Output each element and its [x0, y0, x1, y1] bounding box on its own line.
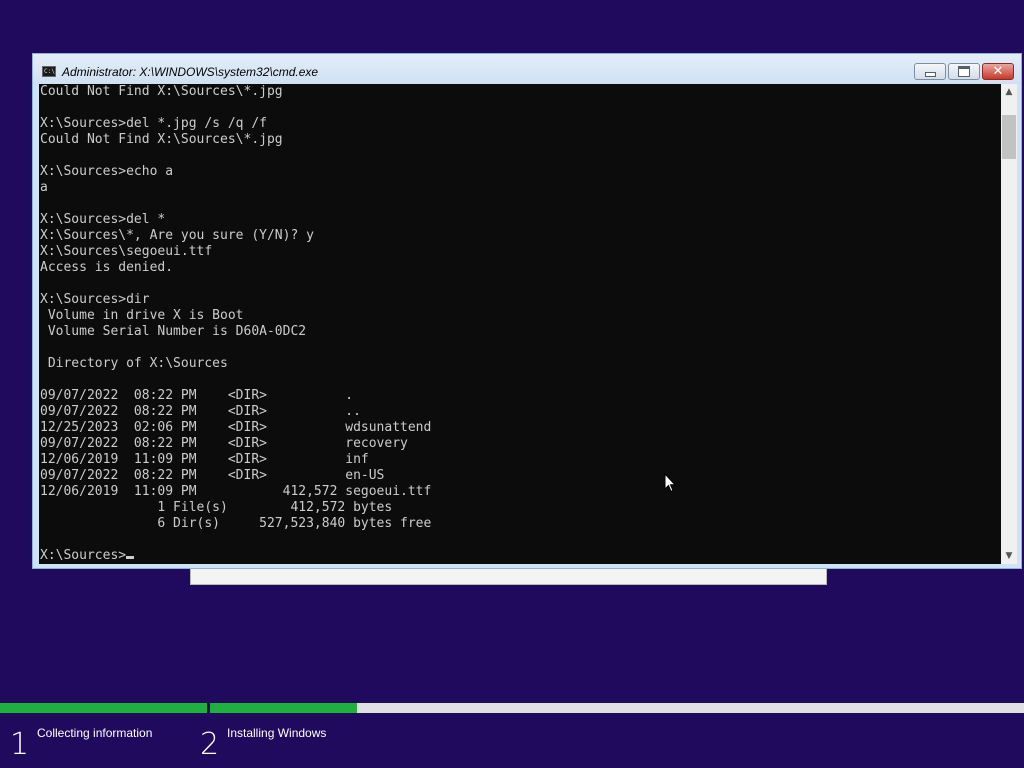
- console-prompt: X:\Sources>: [40, 548, 127, 563]
- step-label-1: Collecting information: [37, 726, 153, 740]
- mouse-pointer-icon: [664, 473, 676, 493]
- close-button[interactable]: ✕: [982, 63, 1014, 80]
- minimize-icon: [924, 72, 936, 77]
- maximize-button[interactable]: [948, 63, 980, 80]
- setup-progress-bar: [0, 703, 1024, 713]
- window-title: Administrator: X:\WINDOWS\system32\cmd.e…: [62, 65, 319, 79]
- cmd-window[interactable]: C:\ Administrator: X:\WINDOWS\system32\c…: [32, 53, 1022, 569]
- progress-step2-fill: [210, 703, 357, 713]
- scroll-down-arrow-icon[interactable]: ▼: [1001, 548, 1017, 564]
- step-label-2: Installing Windows: [227, 726, 327, 740]
- vertical-scrollbar[interactable]: ▲ ▼: [1001, 84, 1017, 564]
- step-number-1: 1: [10, 727, 30, 762]
- progress-step1-fill: [0, 703, 207, 713]
- maximize-icon: [958, 66, 970, 77]
- scroll-up-arrow-icon[interactable]: ▲: [1001, 84, 1017, 100]
- minimize-button[interactable]: [914, 63, 946, 80]
- console-text: Could Not Find X:\Sources\*.jpg X:\Sourc…: [40, 84, 432, 531]
- title-bar[interactable]: C:\ Administrator: X:\WINDOWS\system32\c…: [33, 54, 1021, 85]
- text-cursor: [126, 556, 135, 559]
- scroll-thumb[interactable]: [1002, 115, 1016, 159]
- close-icon: ✕: [992, 64, 1004, 79]
- step-number-2: 2: [200, 727, 220, 762]
- console-output[interactable]: Could Not Find X:\Sources\*.jpg X:\Sourc…: [39, 84, 1001, 564]
- cmd-app-icon[interactable]: C:\: [42, 66, 56, 77]
